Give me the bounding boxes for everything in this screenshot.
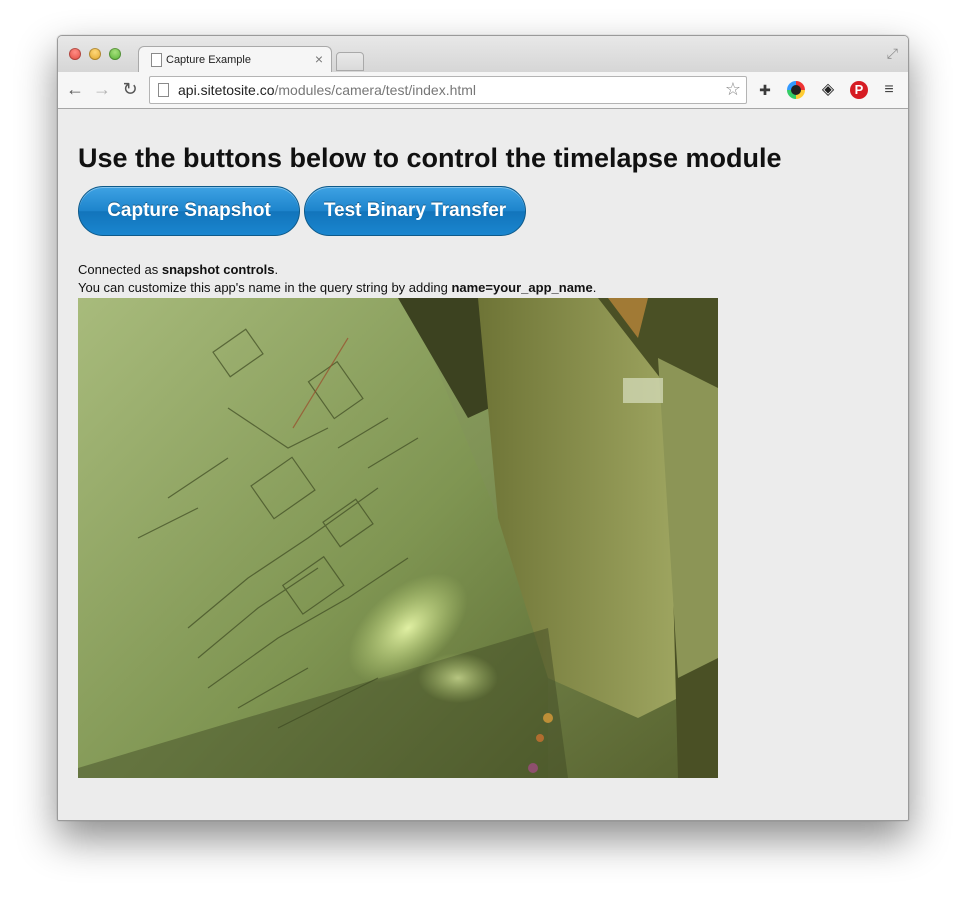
forward-button[interactable]: →: [92, 79, 112, 99]
address-bar[interactable]: api.sitetosite.co/modules/camera/test/in…: [149, 76, 747, 104]
extension-icon[interactable]: ✚: [755, 80, 775, 100]
layers-icon[interactable]: ◈: [818, 80, 838, 100]
color-eye-icon[interactable]: [786, 80, 806, 100]
test-binary-transfer-button[interactable]: Test Binary Transfer: [304, 186, 526, 236]
pinterest-icon[interactable]: P: [849, 80, 869, 100]
url-host: api.sitetosite.co: [178, 82, 275, 98]
minimize-window-button[interactable]: [89, 48, 101, 60]
query-param: name=your_app_name: [451, 280, 593, 295]
back-button[interactable]: ←: [65, 79, 85, 99]
page-heading: Use the buttons below to control the tim…: [78, 143, 782, 173]
bookmark-star-icon[interactable]: ☆: [725, 79, 741, 100]
browser-window: Capture Example × ⤢ ← → ↻ api.sitetosite…: [57, 35, 909, 821]
reload-button[interactable]: ↻: [120, 79, 140, 99]
tab-capture-example[interactable]: Capture Example ×: [138, 46, 332, 74]
url-path: /modules/camera/test/index.html: [274, 82, 477, 98]
close-window-button[interactable]: [69, 48, 81, 60]
customize-line: You can customize this app's name in the…: [78, 280, 597, 295]
new-tab-button[interactable]: [336, 52, 364, 71]
connected-line: Connected as snapshot controls.: [78, 262, 279, 277]
page-icon: [158, 83, 169, 97]
fullscreen-icon[interactable]: ⤢: [887, 45, 898, 62]
capture-snapshot-button[interactable]: Capture Snapshot: [78, 186, 300, 236]
menu-icon[interactable]: ≡: [879, 80, 899, 100]
tab-close-icon[interactable]: ×: [315, 51, 323, 67]
app-name: snapshot controls: [161, 262, 275, 277]
tab-title: Capture Example: [166, 54, 251, 66]
url-text[interactable]: api.sitetosite.co/modules/camera/test/in…: [178, 82, 476, 98]
connection-status: Connected as snapshot controls. You can …: [78, 261, 596, 297]
page-content: Use the buttons below to control the tim…: [58, 109, 908, 820]
zoom-window-button[interactable]: [109, 48, 121, 60]
document-icon: [151, 53, 162, 67]
browser-toolbar: ← → ↻ api.sitetosite.co/modules/camera/t…: [58, 72, 908, 109]
title-bar: Capture Example × ⤢: [58, 36, 908, 74]
camera-snapshot-image: [78, 298, 718, 778]
